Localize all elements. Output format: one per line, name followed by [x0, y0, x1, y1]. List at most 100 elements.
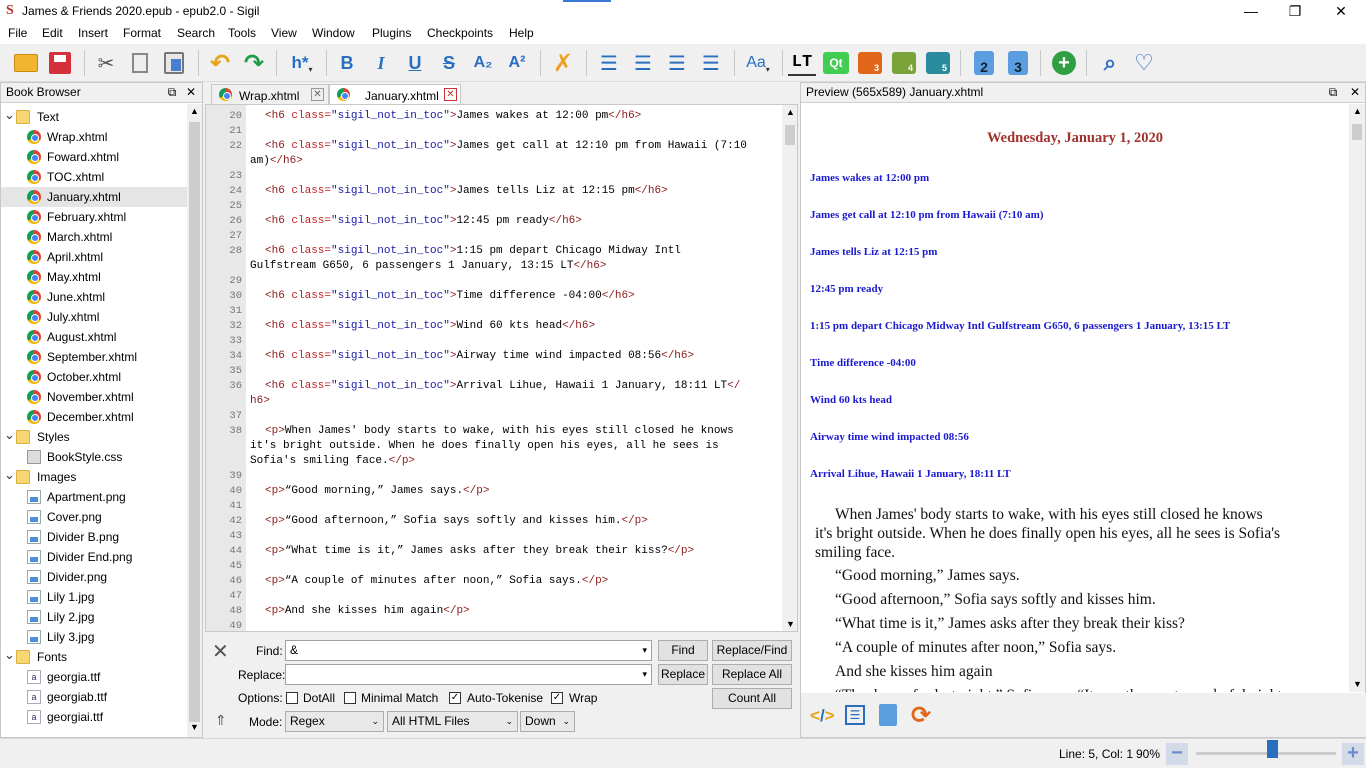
menu-view[interactable]: View — [271, 26, 297, 40]
file-item[interactable]: April.xhtml — [1, 247, 187, 267]
file-item[interactable]: August.xhtml — [1, 327, 187, 347]
file-item[interactable]: June.xhtml — [1, 287, 187, 307]
close-tab-icon[interactable]: ✕ — [311, 88, 324, 101]
scroll-up-icon[interactable]: ▲ — [1353, 106, 1362, 116]
scroll-up-icon[interactable]: ▲ — [786, 107, 795, 117]
replace-all-button[interactable]: Replace All — [712, 664, 792, 685]
align-right-icon[interactable]: ☰ — [663, 50, 691, 76]
expand-find-icon[interactable]: ⇑ — [215, 712, 227, 729]
tab-january[interactable]: January.xhtml ✕ — [329, 84, 461, 104]
menu-edit[interactable]: Edit — [42, 26, 63, 40]
file-item[interactable]: Lily 2.jpg — [1, 607, 187, 627]
menu-file[interactable]: File — [8, 26, 27, 40]
scroll-down-icon[interactable]: ▼ — [1353, 679, 1362, 689]
underline-button[interactable]: U — [401, 50, 429, 76]
align-center-icon[interactable]: ☰ — [629, 50, 657, 76]
scope-select[interactable]: All HTML Files ⌄ — [387, 711, 518, 732]
file-item[interactable]: May.xhtml — [1, 267, 187, 287]
minimize-button[interactable]: — — [1228, 0, 1274, 23]
copy-icon[interactable] — [126, 50, 154, 76]
maximize-button[interactable]: ❐ — [1272, 0, 1318, 23]
menu-search[interactable]: Search — [177, 26, 215, 40]
menu-plugins[interactable]: Plugins — [372, 26, 411, 40]
inspect-icon[interactable]: ☰ — [845, 705, 865, 725]
chevron-down-icon[interactable]: ⌄ — [4, 425, 15, 445]
reload-icon[interactable]: ⟳ — [911, 701, 931, 730]
menu-checkpoints[interactable]: Checkpoints — [427, 26, 493, 40]
menu-help[interactable]: Help — [509, 26, 534, 40]
file-item[interactable]: a georgiai.ttf — [1, 707, 187, 727]
file-item[interactable]: October.xhtml — [1, 367, 187, 387]
menu-insert[interactable]: Insert — [78, 26, 108, 40]
chevron-down-icon[interactable]: ⌄ — [4, 105, 15, 125]
scrollbar-thumb[interactable] — [785, 125, 795, 145]
subscript-button[interactable]: A₂ — [469, 50, 497, 76]
count-all-button[interactable]: Count All — [712, 688, 792, 709]
mode-select[interactable]: Regex ⌄ — [285, 711, 384, 732]
toc-2-button[interactable]: 2 — [970, 50, 998, 76]
copy-preview-icon[interactable] — [879, 704, 897, 726]
find-button[interactable]: Find — [658, 640, 708, 661]
replace-input[interactable]: ▾ — [285, 664, 652, 685]
file-item[interactable]: Lily 1.jpg — [1, 587, 187, 607]
direction-select[interactable]: Down ⌄ — [520, 711, 575, 732]
redo-icon[interactable]: ↷ — [240, 50, 268, 77]
plugin-5-button[interactable]: 5 — [924, 50, 952, 76]
code-editor[interactable]: 20 21 22 23 24 25 26 27 28 29 30 31 32 33 34 35 36 37 38 39… — [205, 104, 798, 632]
file-item[interactable]: January.xhtml — [1, 187, 187, 207]
folder-images[interactable]: ⌄ Images — [1, 467, 187, 487]
scroll-down-icon[interactable]: ▼ — [190, 722, 199, 732]
chevron-down-icon[interactable]: ▾ — [642, 665, 647, 684]
auto-tokenise-checkbox[interactable]: ✓ — [449, 692, 461, 704]
preview-scrollbar[interactable]: ▲ ▼ — [1349, 104, 1365, 692]
file-item[interactable]: Divider B.png — [1, 527, 187, 547]
change-case-dropdown[interactable]: Aa ▾ — [742, 50, 774, 76]
close-window-button[interactable]: ✕ — [1318, 0, 1364, 23]
folder-fonts[interactable]: ⌄ Fonts — [1, 647, 187, 667]
italic-button[interactable]: I — [367, 50, 395, 76]
code-scrollbar[interactable]: ▲ ▼ — [782, 105, 797, 631]
replace-button[interactable]: Replace — [658, 664, 708, 685]
file-item[interactable]: December.xhtml — [1, 407, 187, 427]
undock-icon[interactable]: ⧉ — [164, 83, 180, 102]
qt-plugin-button[interactable]: Qt — [823, 52, 849, 74]
book-browser-scrollbar[interactable]: ▲ ▼ — [187, 104, 202, 737]
file-item[interactable]: Lily 3.jpg — [1, 627, 187, 647]
plugin-3-button[interactable]: 3 — [856, 50, 884, 76]
minimal-match-checkbox[interactable] — [344, 692, 356, 704]
close-tab-icon[interactable]: ✕ — [444, 88, 457, 101]
zoom-in-button[interactable]: + — [1342, 743, 1364, 765]
replace-find-button[interactable]: Replace/Find — [712, 640, 792, 661]
plugin-4-button[interactable]: 4 — [890, 50, 918, 76]
search-heart-icon[interactable]: ♡ — [1130, 50, 1158, 76]
zoom-slider-handle[interactable] — [1266, 740, 1278, 758]
close-panel-icon[interactable]: ✕ — [1347, 83, 1363, 102]
close-find-icon[interactable]: ✕ — [212, 639, 229, 664]
scrollbar-thumb[interactable] — [1352, 124, 1362, 140]
menu-format[interactable]: Format — [123, 26, 161, 40]
bold-button[interactable]: B — [333, 50, 361, 76]
file-item[interactable]: July.xhtml — [1, 307, 187, 327]
file-item[interactable]: Divider End.png — [1, 547, 187, 567]
toc-3-button[interactable]: 3 — [1004, 50, 1032, 76]
file-item[interactable]: Foward.xhtml — [1, 147, 187, 167]
languagetool-plugin-button[interactable]: LT — [788, 50, 816, 76]
align-justify-icon[interactable]: ☰ — [697, 50, 725, 76]
file-item[interactable]: Divider.png — [1, 567, 187, 587]
menu-tools[interactable]: Tools — [228, 26, 256, 40]
cut-icon[interactable]: ✂ — [92, 50, 120, 76]
code-view-icon[interactable]: </> — [810, 706, 835, 726]
heading-dropdown[interactable]: h* ▾ — [286, 50, 318, 76]
folder-text[interactable]: ⌄ Text — [1, 107, 187, 127]
file-item[interactable]: March.xhtml — [1, 227, 187, 247]
close-panel-icon[interactable]: ✕ — [183, 83, 199, 102]
clean-source-icon[interactable]: ✗ — [549, 50, 577, 77]
scroll-up-icon[interactable]: ▲ — [190, 106, 199, 116]
chevron-down-icon[interactable]: ⌄ — [4, 465, 15, 485]
scroll-down-icon[interactable]: ▼ — [786, 619, 795, 629]
undock-icon[interactable]: ⧉ — [1325, 83, 1341, 102]
chevron-down-icon[interactable]: ⌄ — [4, 645, 15, 665]
strikethrough-button[interactable]: S — [435, 50, 463, 76]
paste-icon[interactable] — [160, 50, 188, 76]
find-input[interactable]: & ▾ — [285, 640, 652, 661]
